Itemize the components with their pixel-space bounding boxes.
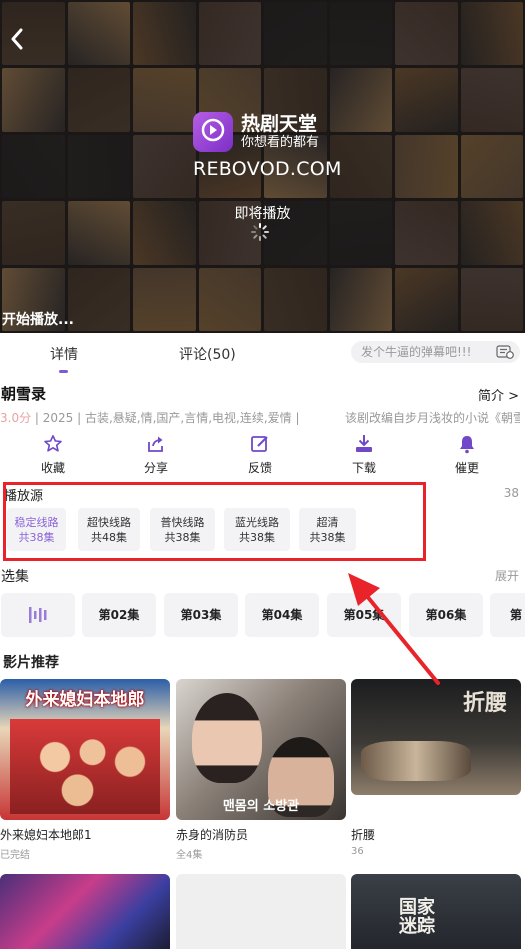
tab-indicator xyxy=(59,370,68,373)
download-button[interactable]: 下载 xyxy=(334,434,394,476)
poster-title: 外来媳妇本地郎 xyxy=(25,690,145,710)
recommend-poster[interactable]: 国家迷踪 xyxy=(351,874,521,949)
start-playing-text: 开始播放... xyxy=(2,312,74,328)
episode-playing[interactable] xyxy=(1,593,75,637)
recommend-status: 36 xyxy=(351,846,364,857)
loading-spinner-icon xyxy=(251,223,269,241)
tab-details[interactable]: 详情 xyxy=(50,344,78,364)
play-logo-icon xyxy=(193,112,233,152)
back-button[interactable] xyxy=(2,22,32,56)
share-button[interactable]: 分享 xyxy=(126,434,186,476)
brand-domain: REBOVOD.COM xyxy=(193,158,342,180)
share-icon xyxy=(148,436,163,452)
episode-item[interactable]: 第03集 xyxy=(164,593,238,637)
danmaku-settings-icon[interactable] xyxy=(496,345,514,359)
recommend-name: 折腰 xyxy=(351,828,376,842)
star-icon xyxy=(44,435,62,452)
score: 3.0分 xyxy=(0,411,32,425)
show-title: 朝雪录 xyxy=(1,385,47,403)
action-bar: 收藏 分享 反馈 下载 催更 xyxy=(0,434,525,476)
loading-text: 即将播放 xyxy=(234,206,291,222)
show-meta: 3.0分 | 2025 | 古装,悬疑,情,国产,言情,电视,连续,爱情 | xyxy=(0,409,300,426)
tab-comments[interactable]: 评论(50) xyxy=(179,344,236,364)
highlight-box xyxy=(3,482,426,561)
feedback-button[interactable]: 反馈 xyxy=(230,434,290,476)
recommend-poster: 外来媳妇本地郎 xyxy=(0,679,170,820)
detail-tabs: 详情 评论(50) 发个牛逼的弹幕吧!!! xyxy=(0,333,525,373)
download-label: 下载 xyxy=(351,461,376,475)
recommend-card[interactable]: 맨몸의 소방관 赤身的消防员 全4集 xyxy=(176,679,346,861)
intro-link[interactable]: 简介 > xyxy=(478,385,519,404)
danmaku-input[interactable]: 发个牛逼的弹幕吧!!! xyxy=(351,341,520,363)
poster-art xyxy=(10,719,160,814)
episode-item[interactable]: 第02集 xyxy=(82,593,156,637)
feedback-label: 反馈 xyxy=(247,461,272,475)
recommend-poster: 折腰 xyxy=(351,679,521,795)
show-description[interactable]: 该剧改编自步月浅妆的小说《朝雪录》 xyxy=(345,409,520,426)
recommend-status: 全4集 xyxy=(176,850,203,861)
bell-icon xyxy=(460,436,474,454)
recommend-poster: 맨몸의 소방관 xyxy=(176,679,346,820)
download-icon xyxy=(356,435,372,452)
poster-title: 国家迷踪 xyxy=(399,897,435,937)
brand-slogan: 你想看的都有 xyxy=(241,135,320,150)
episode-item[interactable]: 第04集 xyxy=(245,593,319,637)
share-label: 分享 xyxy=(143,461,168,475)
episode-item[interactable]: 第06集 xyxy=(409,593,483,637)
poster-art xyxy=(361,741,471,781)
danmaku-placeholder: 发个牛逼的弹幕吧!!! xyxy=(361,345,472,359)
poster-art xyxy=(192,693,262,783)
favorite-button[interactable]: 收藏 xyxy=(23,434,83,476)
episodes-title: 选集 xyxy=(1,569,29,585)
recommend-poster[interactable] xyxy=(0,874,170,949)
poster-title: 折腰 xyxy=(462,691,507,716)
episode-item[interactable]: 第05集 xyxy=(327,593,401,637)
equalizer-icon xyxy=(29,607,47,623)
video-player[interactable]: 热剧天堂 你想看的都有 REBOVOD.COM 即将播放 开始播放... xyxy=(0,0,525,333)
recommend-name: 赤身的消防员 xyxy=(176,828,249,842)
episode-item[interactable]: 第0 xyxy=(490,593,525,637)
recommend-title: 影片推荐 xyxy=(3,655,59,671)
brand-watermark: 热剧天堂 你想看的都有 REBOVOD.COM xyxy=(193,112,342,180)
sources-count: 38 xyxy=(503,486,519,500)
urge-update-label: 催更 xyxy=(454,461,479,475)
favorite-label: 收藏 xyxy=(40,461,65,475)
recommend-poster[interactable] xyxy=(176,874,346,949)
chevron-left-icon xyxy=(11,28,23,50)
meta-tags: | 2025 | 古装,悬疑,情,国产,言情,电视,连续,爱情 | xyxy=(31,411,300,425)
brand-name: 热剧天堂 xyxy=(241,113,318,135)
recommend-card[interactable]: 外来媳妇本地郎 外来媳妇本地郎1 已完结 xyxy=(0,679,170,861)
episodes-expand[interactable]: 展开 xyxy=(495,567,519,584)
recommend-name: 外来媳妇本地郎1 xyxy=(0,828,92,842)
poster-title: 맨몸의 소방관 xyxy=(222,799,300,814)
edit-icon xyxy=(251,436,268,452)
recommend-card[interactable]: 折腰 折腰 36 xyxy=(351,679,521,857)
urge-update-button[interactable]: 催更 xyxy=(437,434,497,476)
recommend-status: 已完结 xyxy=(0,850,30,861)
